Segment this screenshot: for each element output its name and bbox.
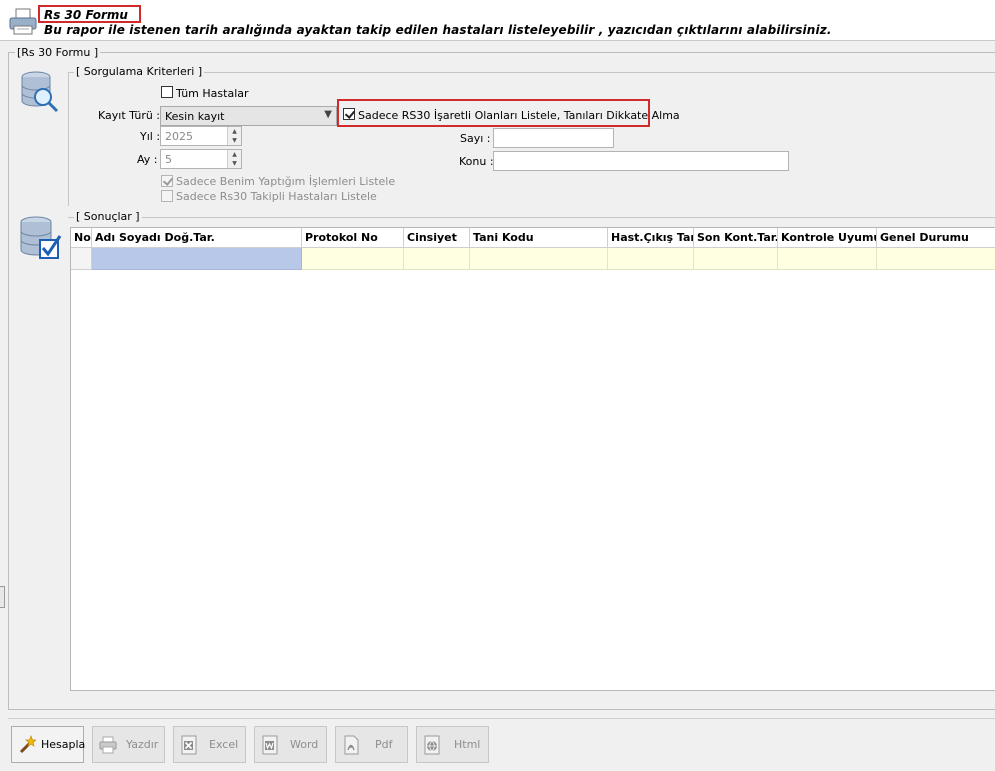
month-stepper[interactable]: 5 ▲ ▼ [160,149,242,169]
table-cell[interactable] [302,248,404,270]
year-value: 2025 [165,130,193,143]
only-mine-checkbox[interactable] [161,175,173,190]
pdf-button[interactable]: Pdf [335,726,408,763]
column-header-discharge-date[interactable]: Hast.Çıkış Tar. [608,228,694,248]
rs30-only-checkbox[interactable] [343,108,355,123]
rs30-only-label: Sadece RS30 İşaretli Olanları Listele, T… [358,109,680,122]
year-label: Yıl : [140,130,161,143]
table-cell[interactable] [778,248,877,270]
print-button[interactable]: Yazdır [92,726,165,763]
table-cell[interactable] [470,248,608,270]
criteria-legend: [ Sorgulama Kriterleri ] [74,65,205,78]
excel-icon [181,735,197,755]
record-type-value: Kesin kayıt [165,110,225,123]
database-check-icon [20,216,62,259]
calculate-button-label: Hesapla [41,738,86,751]
column-header-no[interactable]: No [71,228,92,248]
subject-label: Konu : [459,155,494,168]
column-header-protocol[interactable]: Protokol No [302,228,404,248]
only-mine-label: Sadece Benim Yaptığım İşlemleri Listele [176,175,396,188]
year-stepper-buttons[interactable]: ▲ ▼ [227,127,241,145]
count-input[interactable] [493,128,614,148]
subject-input[interactable] [493,151,789,171]
year-stepper[interactable]: 2025 ▲ ▼ [160,126,242,146]
printer-icon [99,736,117,754]
results-legend: [ Sonuçlar ] [74,210,142,223]
print-button-label: Yazdır [126,738,159,751]
column-header-diagnosis-code[interactable]: Tani Kodu [470,228,608,248]
magic-wand-icon [19,735,36,754]
only-rs30-tracked-checkbox[interactable] [161,190,173,205]
record-type-select[interactable]: Kesin kayıt ▼ [160,106,337,126]
table-cell[interactable] [608,248,694,270]
only-rs30-tracked-label: Sadece Rs30 Takipli Hastaları Listele [176,190,377,203]
record-type-label: Kayıt Türü : [98,109,161,122]
column-header-gender[interactable]: Cinsiyet [404,228,470,248]
html-button-label: Html [454,738,481,751]
chevron-down-icon[interactable]: ▼ [324,109,332,120]
month-label: Ay : [137,153,158,166]
pdf-button-label: Pdf [375,738,393,751]
table-cell-selected[interactable] [92,248,302,270]
only-mine-check-box[interactable] [161,175,173,187]
form-legend: [Rs 30 Formu ] [15,46,101,59]
html-icon [424,735,440,755]
page-subtitle: Bu rapor ile istenen tarih aralığında ay… [44,23,832,37]
month-value: 5 [165,153,172,166]
excel-button[interactable]: Excel [173,726,246,763]
table-row-indicator[interactable] [71,248,92,270]
column-header-last-control-date[interactable]: Son Kont.Tar. [694,228,778,248]
printer-icon [9,8,37,35]
rs30-only-check-box[interactable] [343,108,355,120]
table-cell[interactable] [877,248,995,270]
word-button[interactable]: Word [254,726,327,763]
results-divider [68,217,995,218]
html-button[interactable]: Html [416,726,489,763]
all-patients-checkbox[interactable] [161,86,173,101]
excel-button-label: Excel [209,738,239,751]
all-patients-label: Tüm Hastalar [176,87,249,100]
side-splitter-handle[interactable] [0,586,5,608]
all-patients-check-box[interactable] [161,86,173,98]
column-header-general-status[interactable]: Genel Durumu [877,228,995,248]
count-label: Sayı : [460,132,491,145]
calculate-button[interactable]: Hesapla [11,726,86,763]
column-header-control-compliance[interactable]: Kontrole Uyumu [778,228,877,248]
results-grid[interactable]: No Adı Soyadı Doğ.Tar. Protokol No Cinsi… [70,227,995,691]
table-cell[interactable] [404,248,470,270]
table-cell[interactable] [694,248,778,270]
only-rs30-tracked-check-box[interactable] [161,190,173,202]
pdf-icon [344,735,359,755]
column-header-name[interactable]: Adı Soyadı Doğ.Tar. [92,228,302,248]
month-stepper-buttons[interactable]: ▲ ▼ [227,150,241,168]
database-search-icon [21,71,59,113]
word-icon [262,735,278,755]
page-title: Rs 30 Formu [44,8,128,22]
word-button-label: Word [290,738,319,751]
